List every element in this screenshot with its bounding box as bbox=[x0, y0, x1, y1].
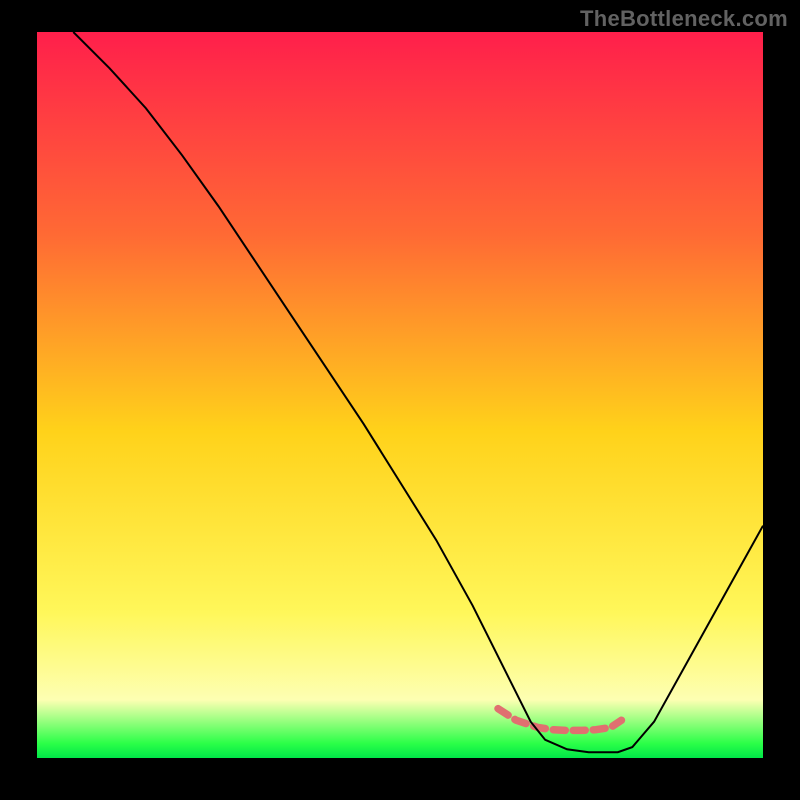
bottleneck-chart bbox=[37, 32, 763, 758]
plot-background bbox=[37, 32, 763, 758]
watermark-text: TheBottleneck.com bbox=[580, 6, 788, 32]
chart-frame: TheBottleneck.com bbox=[0, 0, 800, 800]
